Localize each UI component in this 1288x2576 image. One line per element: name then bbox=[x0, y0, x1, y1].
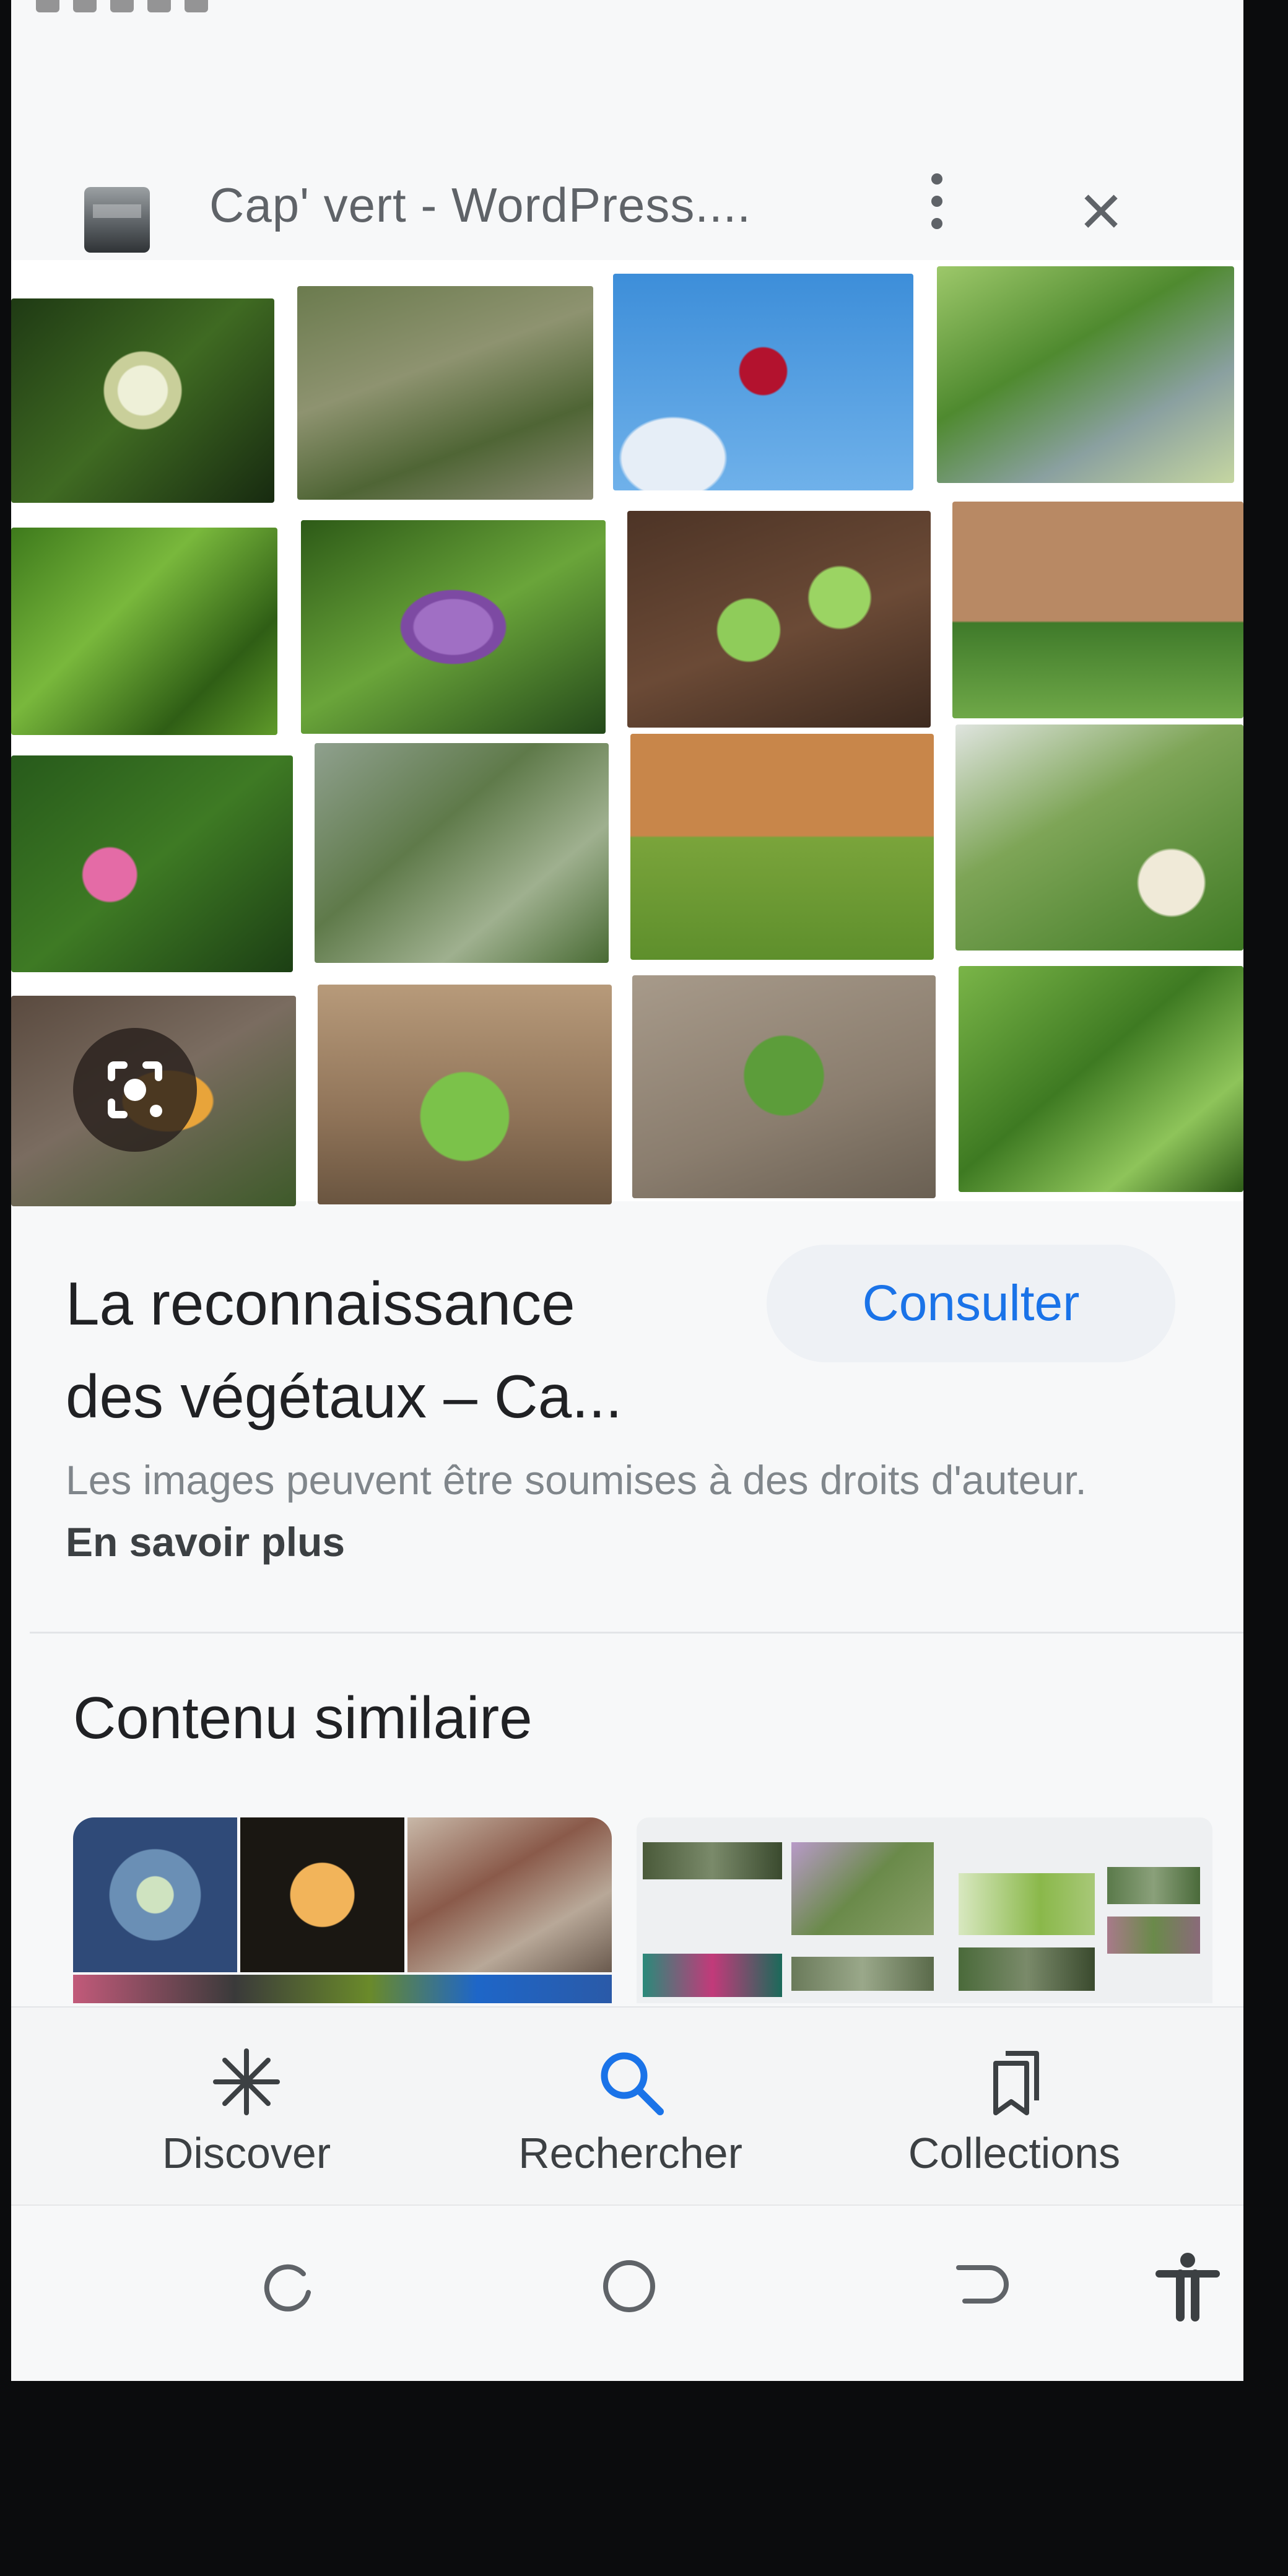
image-tile bbox=[630, 734, 934, 960]
similar-thumbnail bbox=[643, 1954, 782, 1997]
more-vertical-icon bbox=[931, 173, 942, 185]
screen: Cap' vert - WordPress.... × bbox=[11, 0, 1243, 2381]
result-info: La reconnaissance des végétaux – Ca... C… bbox=[11, 1201, 1243, 1635]
image-tile bbox=[301, 520, 606, 734]
similar-thumbnail bbox=[73, 1817, 237, 1972]
image-tile bbox=[627, 511, 931, 728]
similar-thumbnail bbox=[73, 1975, 612, 2003]
similar-card[interactable] bbox=[637, 1817, 1212, 2003]
system-navigation-bar bbox=[11, 2204, 1243, 2381]
recents-icon[interactable] bbox=[251, 2249, 326, 2323]
site-title[interactable]: Cap' vert - WordPress.... bbox=[209, 177, 751, 233]
similar-thumbnail bbox=[643, 1842, 782, 1879]
nav-search[interactable]: Rechercher bbox=[482, 2045, 779, 2193]
status-icon bbox=[110, 0, 134, 12]
nav-collections[interactable]: Collections bbox=[853, 2045, 1175, 2193]
accessibility-icon[interactable] bbox=[1151, 2249, 1225, 2323]
close-button[interactable]: × bbox=[1051, 161, 1151, 260]
phone-frame: Cap' vert - WordPress.... × bbox=[0, 0, 1288, 2576]
image-tile bbox=[955, 724, 1243, 951]
image-tile bbox=[11, 528, 277, 735]
image-tile bbox=[613, 274, 913, 490]
copyright-text: Les images peuvent être soumises à des d… bbox=[66, 1457, 1087, 1503]
image-tile bbox=[952, 502, 1243, 718]
status-icon bbox=[36, 0, 59, 12]
nav-label: Discover bbox=[104, 2128, 389, 2178]
collections-icon bbox=[977, 2045, 1051, 2119]
similar-thumbnail bbox=[791, 1842, 934, 1935]
search-icon bbox=[593, 2045, 668, 2119]
image-tile bbox=[297, 286, 593, 500]
status-icon bbox=[147, 0, 171, 12]
consult-button[interactable]: Consulter bbox=[767, 1245, 1175, 1362]
back-icon[interactable] bbox=[940, 2249, 1014, 2323]
similar-thumbnail bbox=[791, 1957, 934, 1991]
site-favicon-icon bbox=[84, 187, 150, 253]
similar-thumbnail bbox=[1107, 1867, 1200, 1904]
bottom-navigation: Discover Rechercher Collections bbox=[11, 2006, 1243, 2206]
learn-more-link[interactable]: En savoir plus bbox=[66, 1519, 345, 1565]
image-tile bbox=[959, 966, 1243, 1192]
status-icon bbox=[185, 0, 208, 12]
lens-button[interactable] bbox=[73, 1028, 197, 1152]
lens-search-icon bbox=[73, 1028, 197, 1152]
similar-content-heading: Contenu similaire bbox=[73, 1684, 533, 1752]
close-icon: × bbox=[1079, 169, 1123, 252]
home-icon[interactable] bbox=[592, 2249, 666, 2323]
divider bbox=[30, 1632, 1243, 1634]
image-tile bbox=[315, 743, 609, 963]
similar-thumbnail bbox=[959, 1947, 1095, 1991]
image-tile bbox=[937, 266, 1234, 483]
copyright-notice: Les images peuvent être soumises à des d… bbox=[66, 1449, 1118, 1573]
image-tile bbox=[11, 755, 293, 972]
result-title-line: des végétaux – Ca... bbox=[66, 1350, 747, 1443]
nav-discover[interactable]: Discover bbox=[104, 2045, 389, 2193]
more-vertical-icon bbox=[931, 218, 942, 229]
similar-thumbnail bbox=[407, 1817, 612, 1972]
similar-card[interactable] bbox=[73, 1817, 612, 2003]
result-title-line: La reconnaissance bbox=[66, 1257, 747, 1350]
status-bar bbox=[36, 0, 208, 14]
image-tile bbox=[318, 985, 612, 1204]
status-icon bbox=[73, 0, 97, 12]
image-tile bbox=[11, 298, 274, 503]
image-tile bbox=[632, 975, 936, 1198]
result-title[interactable]: La reconnaissance des végétaux – Ca... bbox=[66, 1257, 747, 1443]
asterisk-icon bbox=[209, 2045, 284, 2119]
similar-thumbnail bbox=[240, 1817, 404, 1972]
more-vertical-icon bbox=[931, 196, 942, 207]
similar-thumbnail bbox=[1107, 1917, 1200, 1954]
similar-thumbnail bbox=[959, 1873, 1095, 1935]
nav-label: Rechercher bbox=[482, 2128, 779, 2178]
more-options-button[interactable] bbox=[903, 161, 971, 260]
nav-label: Collections bbox=[853, 2128, 1175, 2178]
